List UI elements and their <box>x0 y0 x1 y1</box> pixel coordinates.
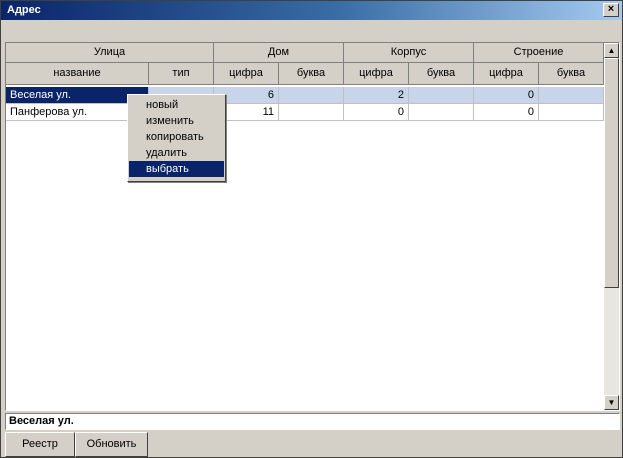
close-icon: × <box>607 3 615 15</box>
menu-item-edit[interactable]: изменить <box>129 113 224 129</box>
table-row[interactable]: Веселая ул. 6 2 0 <box>6 87 604 104</box>
close-button[interactable]: × <box>603 3 619 17</box>
col-street-name[interactable]: название <box>6 63 149 85</box>
scroll-up-button[interactable]: ▲ <box>604 43 619 58</box>
col-block-number[interactable]: цифра <box>344 63 409 85</box>
cell-building-number[interactable]: 0 <box>474 87 539 104</box>
address-window: Адрес × Улица Дом Корпус Строение назван… <box>0 0 623 458</box>
vertical-scrollbar[interactable]: ▲ ▼ <box>604 43 619 410</box>
cell-building-number[interactable]: 0 <box>474 104 539 121</box>
menu-item-delete[interactable]: удалить <box>129 145 224 161</box>
cell-block-letter[interactable] <box>409 104 474 121</box>
col-house-number[interactable]: цифра <box>214 63 279 85</box>
cell-building-letter[interactable] <box>539 104 604 121</box>
header-house[interactable]: Дом <box>214 43 344 63</box>
cell-block-letter[interactable] <box>409 87 474 104</box>
context-menu: новый изменить копировать удалить выбрат… <box>127 94 226 182</box>
window-title: Адрес <box>7 4 41 16</box>
header-building[interactable]: Строение <box>474 43 604 63</box>
header-block[interactable]: Корпус <box>344 43 474 63</box>
title-bar[interactable]: Адрес × <box>1 1 622 20</box>
registry-button[interactable]: Реестр <box>5 432 75 457</box>
menu-item-select[interactable]: выбрать <box>129 161 224 177</box>
cell-house-letter[interactable] <box>279 87 344 104</box>
scroll-down-button[interactable]: ▼ <box>604 395 619 410</box>
cell-building-letter[interactable] <box>539 87 604 104</box>
col-block-letter[interactable]: буква <box>409 63 474 85</box>
menu-item-new[interactable]: новый <box>129 97 224 113</box>
arrow-up-icon: ▲ <box>607 46 616 55</box>
cell-block-number[interactable]: 0 <box>344 104 409 121</box>
address-grid: Улица Дом Корпус Строение название тип ц… <box>5 42 620 411</box>
col-building-number[interactable]: цифра <box>474 63 539 85</box>
col-building-letter[interactable]: буква <box>539 63 604 85</box>
scroll-thumb[interactable] <box>604 58 619 288</box>
header-street[interactable]: Улица <box>6 43 214 63</box>
col-street-type[interactable]: тип <box>149 63 214 85</box>
cell-block-number[interactable]: 2 <box>344 87 409 104</box>
col-house-letter[interactable]: буква <box>279 63 344 85</box>
arrow-down-icon: ▼ <box>607 398 616 407</box>
table-row[interactable]: Панферова ул. 11 0 0 <box>6 104 604 121</box>
cell-house-letter[interactable] <box>279 104 344 121</box>
selected-address-field: Веселая ул. <box>5 413 620 430</box>
menu-item-copy[interactable]: копировать <box>129 129 224 145</box>
refresh-button[interactable]: Обновить <box>75 432 148 457</box>
